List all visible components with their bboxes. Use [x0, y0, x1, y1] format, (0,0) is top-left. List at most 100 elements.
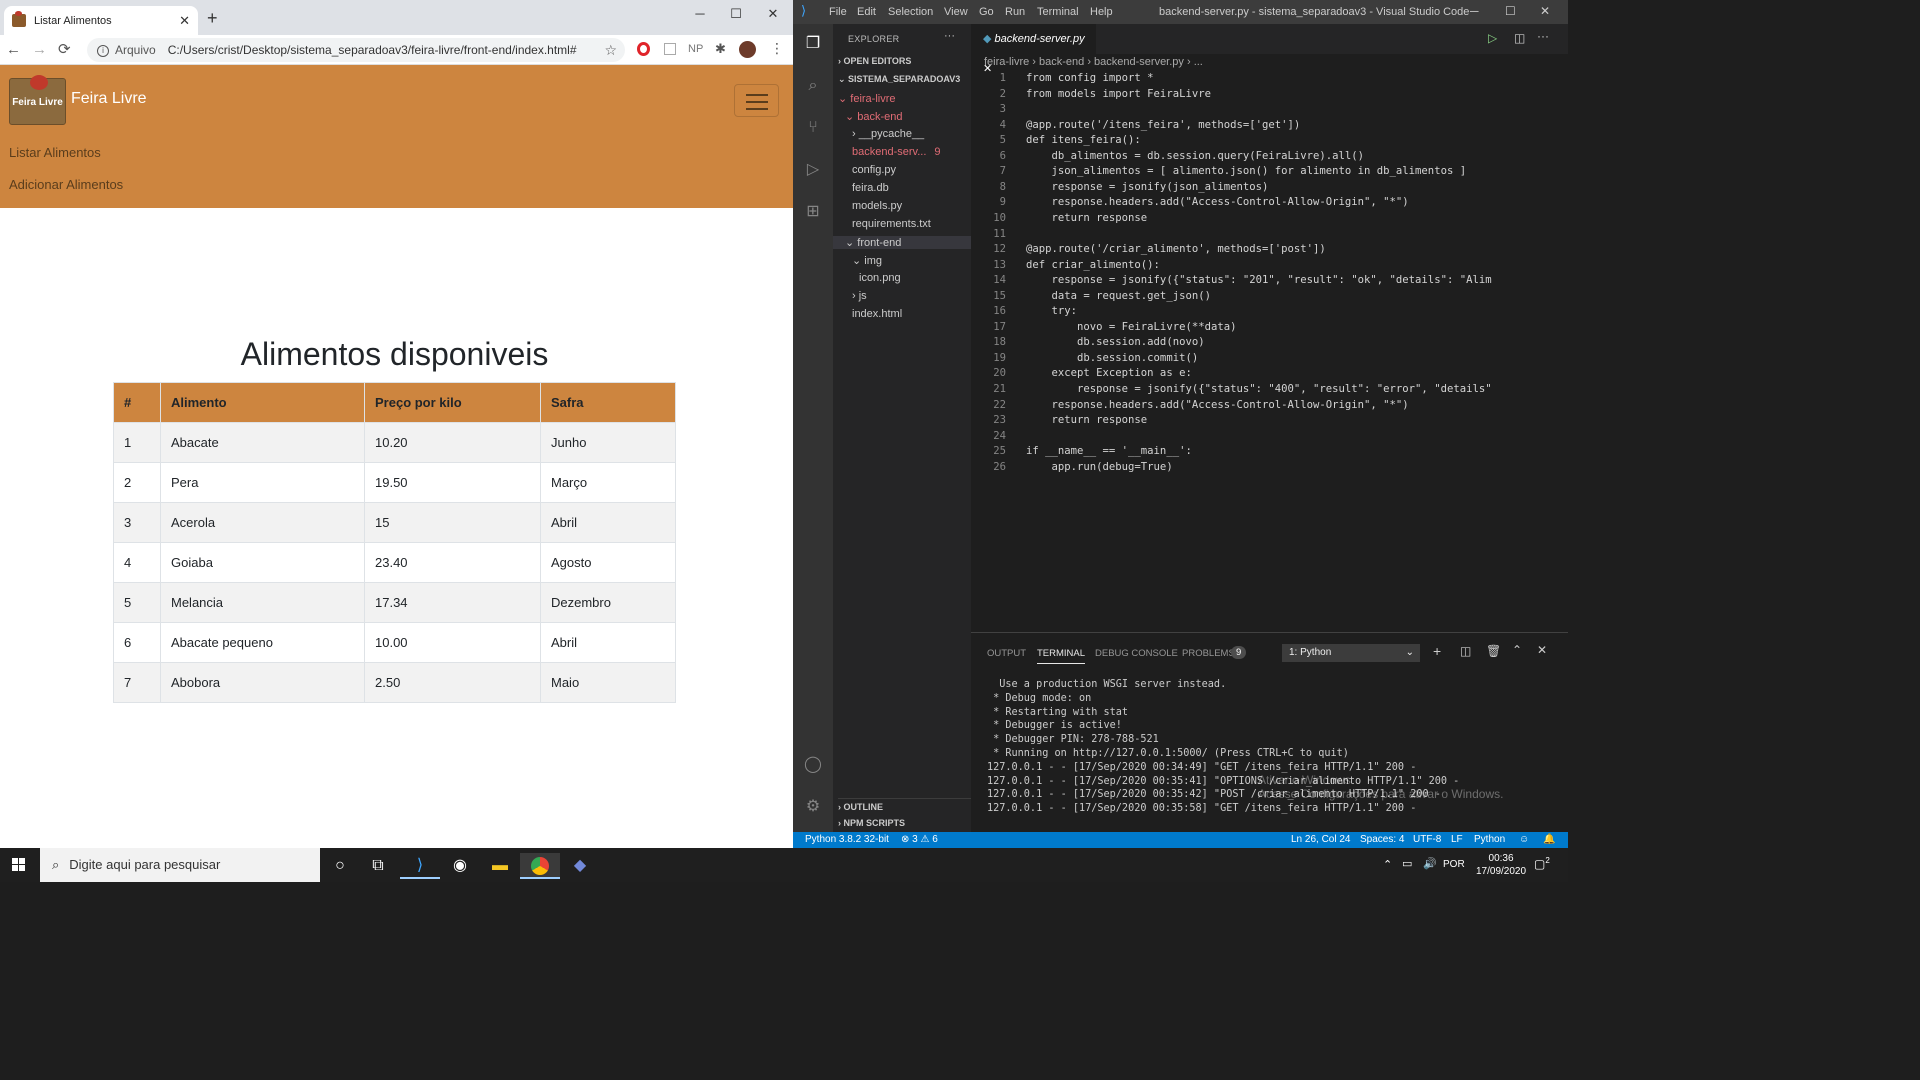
source-control-icon[interactable]: ⑂ [803, 118, 823, 138]
taskbar-clock[interactable]: 00:36 17/09/2020 [1476, 852, 1526, 878]
cortana-icon[interactable]: ○ [320, 853, 360, 879]
language-mode[interactable]: Python [1474, 832, 1505, 848]
menu-selection[interactable]: Selection [888, 6, 933, 18]
menu-run[interactable]: Run [1005, 6, 1025, 18]
code-line[interactable]: json_alimentos = [ alimento.json() for a… [1026, 164, 1467, 180]
menu-view[interactable]: View [944, 6, 968, 18]
url-text[interactable]: C:/Users/crist/Desktop/sistema_separadoa… [168, 43, 577, 57]
back-button[interactable]: ← [6, 40, 21, 60]
tree-item[interactable]: ⌄ feira-livre [838, 92, 896, 105]
minimize-button[interactable]: ─ [1470, 4, 1479, 18]
tree-item[interactable]: backend-serv... 9 [852, 146, 941, 158]
problems-status[interactable]: ⊗ 3 ⚠ 6 [901, 832, 938, 848]
search-icon[interactable]: ⌕ [803, 76, 823, 96]
tab-debug-console[interactable]: DEBUG CONSOLE [1095, 648, 1178, 659]
tree-item[interactable]: requirements.txt [852, 218, 931, 230]
breadcrumb[interactable]: feira-livre › back-end › backend-server.… [984, 56, 1203, 68]
extensions-icon[interactable]: ⊞ [803, 202, 823, 222]
split-editor-icon[interactable]: ◫ [1514, 31, 1525, 45]
indentation[interactable]: Spaces: 4 [1360, 832, 1404, 848]
tab-close-button[interactable]: ✕ [179, 13, 190, 29]
puzzle-extensions-icon[interactable]: ✱ [715, 41, 726, 57]
code-line[interactable]: return response [1026, 211, 1148, 227]
tab-output[interactable]: OUTPUT [987, 648, 1026, 659]
file-explorer-taskbar-icon[interactable]: ▬ [480, 853, 520, 879]
open-editors-section[interactable]: › OPEN EDITORS [838, 56, 911, 66]
menu-help[interactable]: Help [1090, 6, 1113, 18]
code-line[interactable]: response.headers.add("Access-Control-All… [1026, 195, 1409, 211]
project-root[interactable]: ⌄ SISTEMA_SEPARADOAV3 [838, 74, 960, 85]
new-tab-button[interactable]: + [207, 9, 218, 27]
code-line[interactable]: novo = FeiraLivre(**data) [1026, 320, 1236, 336]
chrome-taskbar-icon[interactable] [520, 853, 560, 879]
chevron-up-icon[interactable]: ⌃ [1383, 858, 1392, 871]
maximize-panel-icon[interactable]: ⌃ [1512, 643, 1522, 657]
info-icon[interactable]: i [97, 44, 109, 57]
new-terminal-icon[interactable]: + [1433, 643, 1441, 659]
npm-scripts-section[interactable]: › NPM SCRIPTS [838, 818, 905, 828]
code-line[interactable]: response.headers.add("Access-Control-All… [1026, 398, 1409, 414]
address-bar[interactable]: i Arquivo C:/Users/crist/Desktop/sistema_s… [87, 38, 625, 62]
maximize-button[interactable]: ☐ [1505, 4, 1516, 18]
code-line[interactable]: response = jsonify(json_alimentos) [1026, 180, 1269, 196]
outline-section[interactable]: › OUTLINE [838, 798, 971, 812]
code-line[interactable]: if __name__ == '__main__': [1026, 444, 1192, 460]
menu-file[interactable]: File [829, 6, 847, 18]
avatar[interactable] [739, 41, 756, 58]
nav-link-listar[interactable]: Listar Alimentos [9, 145, 101, 160]
more-actions-icon[interactable]: ··· [944, 30, 955, 42]
maximize-button[interactable]: ☐ [718, 4, 754, 24]
network-icon[interactable]: ▭ [1402, 857, 1412, 870]
gear-icon[interactable]: ⚙ [803, 797, 823, 817]
run-debug-icon[interactable]: ▷ [803, 160, 823, 180]
tree-item[interactable]: › __pycache__ [852, 128, 924, 140]
discord-taskbar-icon[interactable]: ◆ [560, 853, 600, 879]
encoding[interactable]: UTF-8 [1413, 832, 1441, 848]
extension-icon[interactable] [664, 43, 676, 55]
eol[interactable]: LF [1451, 832, 1463, 848]
browser-tab[interactable]: Listar Alimentos ✕ [4, 6, 198, 35]
windows-start-icon[interactable] [12, 858, 26, 872]
notification-icon[interactable]: ▢2 [1534, 856, 1550, 871]
code-line[interactable]: from config import * [1026, 71, 1154, 87]
tree-item[interactable]: feira.db [852, 182, 889, 194]
cursor-position[interactable]: Ln 26, Col 24 [1291, 832, 1351, 848]
np-extension-icon[interactable]: NP [688, 43, 703, 55]
tree-item[interactable]: models.py [852, 200, 902, 212]
forward-button[interactable]: → [32, 40, 47, 60]
brand-name[interactable]: Feira Livre [71, 90, 147, 108]
bookmark-star-icon[interactable]: ☆ [604, 38, 617, 62]
code-line[interactable]: except Exception as e: [1026, 366, 1192, 382]
code-line[interactable]: try: [1026, 304, 1078, 320]
tree-item[interactable]: ⌄ img [852, 254, 882, 267]
feedback-icon[interactable]: ☺ [1519, 832, 1529, 848]
logo[interactable]: Feira Livre [9, 75, 66, 125]
tree-item[interactable]: ⌄ front-end [833, 236, 971, 249]
tree-item[interactable]: config.py [852, 164, 896, 176]
tab-problems[interactable]: PROBLEMS [1182, 648, 1235, 659]
reload-button[interactable]: ⟳ [58, 40, 71, 60]
terminal-select[interactable]: 1: Python ⌄ [1282, 644, 1420, 662]
taskbar-search-input[interactable]: ⌕ Digite aqui para pesquisar [40, 848, 320, 882]
code-line[interactable]: response = jsonify({"status": "201", "re… [1026, 273, 1492, 289]
volume-icon[interactable]: 🔊 [1423, 857, 1437, 870]
vscode-taskbar-icon[interactable]: ⟩ [400, 853, 440, 879]
trash-icon[interactable]: 🗑 [1486, 644, 1501, 658]
code-line[interactable]: db_alimentos = db.session.query(FeiraLiv… [1026, 149, 1365, 165]
close-window-button[interactable]: ✕ [755, 4, 791, 24]
tab-terminal[interactable]: TERMINAL [1037, 648, 1086, 664]
code-line[interactable]: def itens_feira(): [1026, 133, 1141, 149]
tree-item[interactable]: ⌄ back-end [845, 110, 903, 123]
code-line[interactable]: response = jsonify({"status": "400", "re… [1026, 382, 1492, 398]
editor-tab-backend-server[interactable]: ◆ backend-server.py ✕ [971, 24, 1096, 75]
explorer-icon[interactable]: ❐ [803, 34, 823, 54]
code-line[interactable]: data = request.get_json() [1026, 289, 1211, 305]
close-panel-icon[interactable]: ✕ [1537, 643, 1547, 657]
navbar-toggler-button[interactable] [734, 84, 779, 117]
tree-item[interactable]: icon.png [859, 272, 901, 284]
menu-kebab-icon[interactable]: ⋮ [770, 40, 784, 57]
menu-terminal[interactable]: Terminal [1037, 6, 1079, 18]
code-line[interactable]: def criar_alimento(): [1026, 258, 1160, 274]
minimap[interactable] [1489, 71, 1555, 131]
close-window-button[interactable]: ✕ [1540, 4, 1550, 18]
